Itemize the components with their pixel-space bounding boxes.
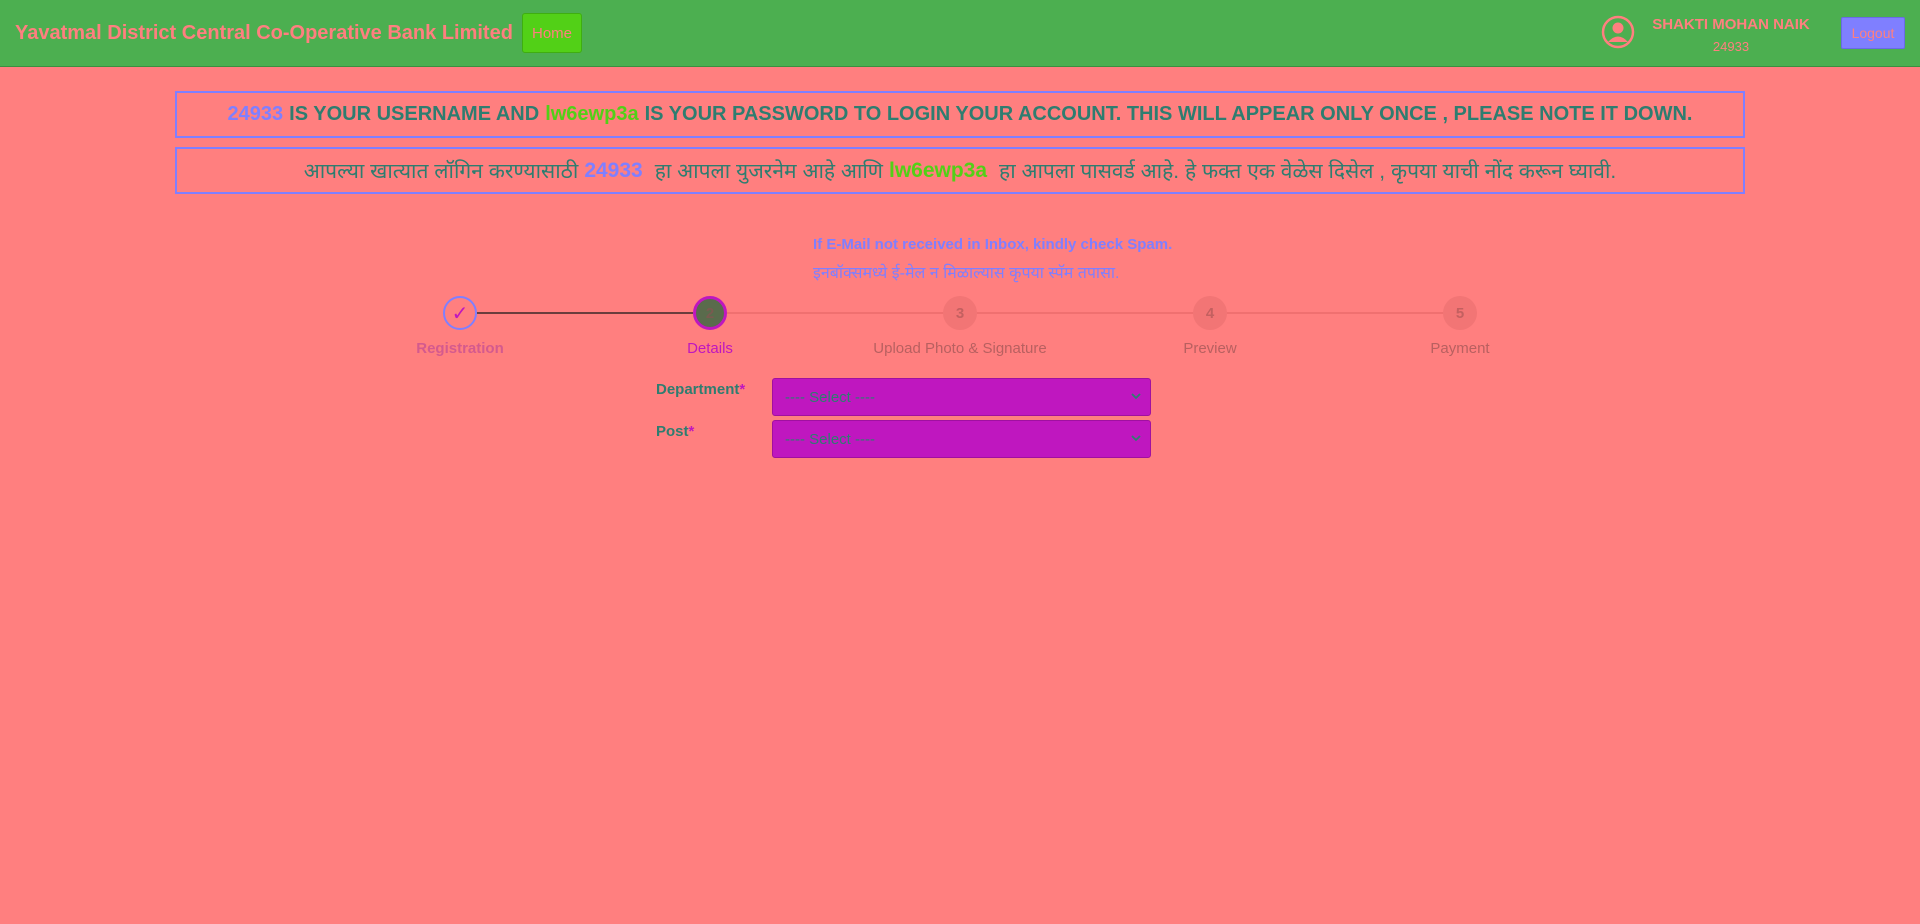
- logout-button[interactable]: Logout: [1841, 17, 1905, 49]
- home-button[interactable]: Home: [522, 13, 582, 53]
- check-icon: ✓: [443, 296, 477, 330]
- department-label-text: Department: [656, 381, 740, 398]
- step-label: Details: [687, 340, 733, 357]
- spam-note-english: If E-Mail not received in Inbox, kindly …: [813, 236, 1173, 253]
- step-registration[interactable]: ✓ Registration: [360, 296, 560, 357]
- department-label: Department*: [656, 381, 745, 398]
- step-number: 4: [1193, 296, 1227, 330]
- chevron-down-icon: [1131, 393, 1141, 400]
- credentials-notice-marathi: आपल्या खात्यात लॉगिन करण्यासाठी 24933 हा…: [175, 147, 1745, 194]
- post-select-value: ---- Select ----: [785, 430, 875, 448]
- step-upload-photo-signature[interactable]: 3 Upload Photo & Signature: [860, 296, 1060, 357]
- department-select-value: ---- Select ----: [785, 388, 875, 406]
- step-number: 2: [693, 296, 727, 330]
- chevron-down-icon: [1131, 435, 1141, 442]
- bank-brand-title[interactable]: Yavatmal District Central Co-Operative B…: [15, 22, 513, 45]
- user-name: SHAKTI MOHAN NAIK: [1652, 16, 1810, 33]
- notice-mr-password: lw6ewp3a: [888, 158, 988, 182]
- required-mark: *: [688, 423, 695, 440]
- required-mark: *: [739, 381, 746, 398]
- step-payment[interactable]: 5 Payment: [1360, 296, 1560, 357]
- notice-username: 24933: [227, 103, 284, 125]
- spam-note-marathi: इनबॉक्समध्ये ई-मेल न मिळाल्यास कृपया स्प…: [813, 265, 1120, 282]
- credentials-notice-english: 24933 IS YOUR USERNAME AND lw6ewp3a IS Y…: [175, 91, 1745, 138]
- user-id: 24933: [1712, 39, 1750, 54]
- top-navbar: Yavatmal District Central Co-Operative B…: [0, 0, 1920, 67]
- stepper-line-pending: [727, 312, 1459, 314]
- notice-mr-username: 24933: [584, 158, 643, 182]
- notice-password: lw6ewp3a: [545, 103, 639, 125]
- step-preview[interactable]: 4 Preview: [1110, 296, 1310, 357]
- department-select[interactable]: ---- Select ----: [772, 378, 1151, 416]
- notice-mr-text-3: हा आपला पासवर्ड आहे. हे फक्त एक वेळेस दि…: [999, 159, 1617, 183]
- post-label-text: Post: [656, 423, 689, 440]
- post-select[interactable]: ---- Select ----: [772, 420, 1151, 458]
- step-label: Upload Photo & Signature: [873, 340, 1047, 357]
- step-label: Preview: [1183, 340, 1237, 357]
- step-details[interactable]: 2 Details: [610, 296, 810, 357]
- step-label: Registration: [416, 340, 504, 357]
- notice-text-1: IS YOUR USERNAME AND: [289, 103, 540, 125]
- step-number: 5: [1443, 296, 1477, 330]
- post-label: Post*: [656, 423, 694, 440]
- notice-text-2: IS YOUR PASSWORD TO LOGIN YOUR ACCOUNT. …: [644, 103, 1693, 125]
- user-avatar-icon: [1601, 15, 1635, 49]
- step-label: Payment: [1430, 340, 1490, 357]
- progress-stepper: ✓ Registration 2 Details 3 Upload Photo …: [0, 296, 1920, 366]
- step-number: 3: [943, 296, 977, 330]
- notice-mr-text-2: हा आपला युजरनेम आहे आणि: [654, 159, 883, 183]
- notice-mr-text-1: आपल्या खात्यात लॉगिन करण्यासाठी: [303, 159, 579, 183]
